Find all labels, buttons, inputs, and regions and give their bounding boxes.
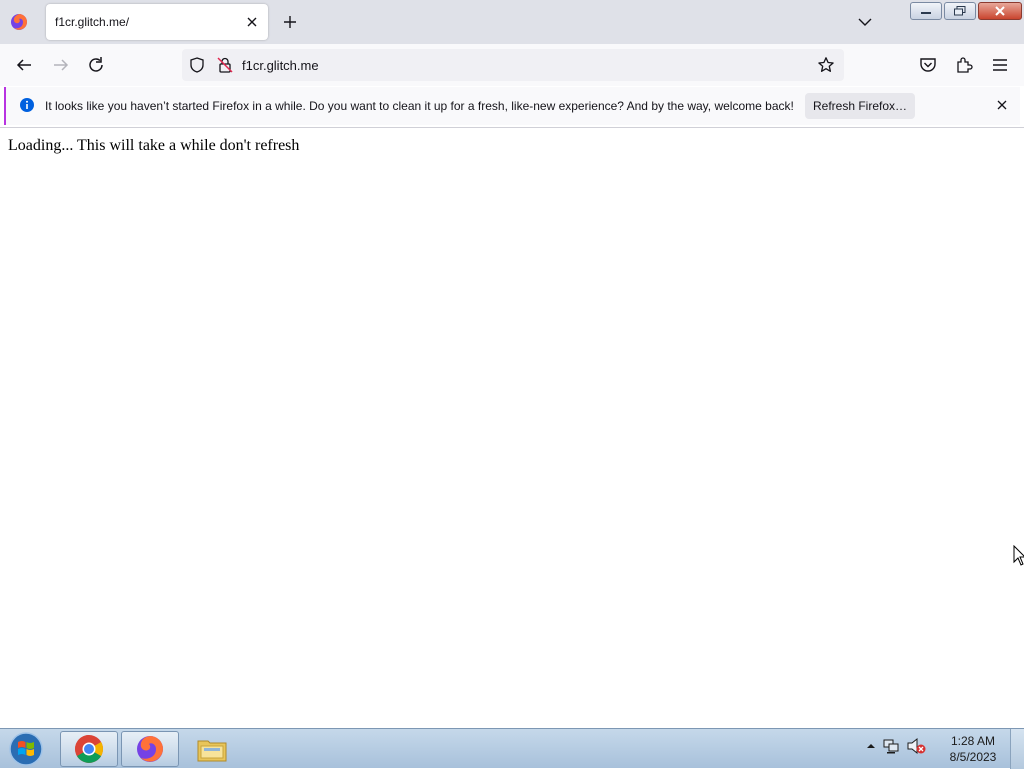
network-icon[interactable] [882, 737, 900, 755]
bookmark-star-icon[interactable] [817, 56, 835, 74]
tab-active[interactable]: f1cr.glitch.me/ [46, 4, 268, 40]
restore-button[interactable] [944, 2, 976, 20]
show-desktop-button[interactable] [1010, 729, 1024, 769]
info-icon [20, 98, 34, 112]
pocket-icon[interactable] [917, 54, 939, 76]
tab-strip: f1cr.glitch.me/ [0, 0, 1024, 44]
window-controls [910, 2, 1022, 20]
list-all-tabs-icon[interactable] [855, 12, 875, 32]
tracking-protection-shield-icon[interactable] [188, 56, 206, 74]
taskbar-chrome[interactable] [60, 731, 118, 767]
loading-message: Loading... This will take a while don't … [8, 137, 300, 154]
taskbar-firefox[interactable] [121, 731, 179, 767]
clock-date: 8/5/2023 [949, 750, 997, 764]
close-icon [995, 6, 1005, 16]
forward-arrow-icon[interactable] [50, 54, 72, 76]
start-button[interactable] [6, 731, 46, 767]
taskbar: 1:28 AM 8/5/2023 [0, 728, 1024, 769]
firefox-view-icon[interactable] [10, 13, 28, 31]
reload-icon[interactable] [85, 54, 107, 76]
new-tab-icon[interactable] [280, 12, 300, 32]
notification-close-icon[interactable] [994, 97, 1010, 113]
system-clock[interactable]: 1:28 AM 8/5/2023 [940, 733, 1006, 765]
show-hidden-icons-icon[interactable] [866, 741, 876, 751]
navigation-toolbar: f1cr.glitch.me [0, 44, 1024, 86]
chrome-icon [75, 735, 103, 763]
minimize-button[interactable] [910, 2, 942, 20]
url-text: f1cr.glitch.me [242, 58, 319, 73]
notification-message: It looks like you haven’t started Firefo… [45, 99, 794, 113]
page-content: Loading... This will take a while don't … [0, 128, 1024, 728]
mouse-cursor-icon [1013, 545, 1024, 566]
system-tray [866, 737, 926, 755]
extensions-puzzle-icon[interactable] [953, 54, 975, 76]
refresh-firefox-button[interactable]: Refresh Firefox… [805, 93, 915, 119]
taskbar-file-explorer[interactable] [183, 731, 241, 767]
minimize-icon [921, 12, 931, 14]
firefox-icon [137, 736, 163, 762]
close-window-button[interactable] [978, 2, 1022, 20]
tab-title: f1cr.glitch.me/ [55, 15, 130, 29]
url-bar[interactable]: f1cr.glitch.me [182, 49, 844, 81]
insecure-lock-icon[interactable] [216, 56, 234, 74]
notification-bar: It looks like you haven’t started Firefo… [4, 87, 1020, 125]
hamburger-menu-icon[interactable] [989, 54, 1011, 76]
volume-muted-icon[interactable] [906, 737, 926, 755]
file-explorer-icon [197, 740, 227, 762]
clock-time: 1:28 AM [950, 734, 996, 748]
back-arrow-icon[interactable] [13, 54, 35, 76]
tab-close-icon[interactable] [242, 12, 262, 32]
restore-icon [954, 6, 966, 16]
